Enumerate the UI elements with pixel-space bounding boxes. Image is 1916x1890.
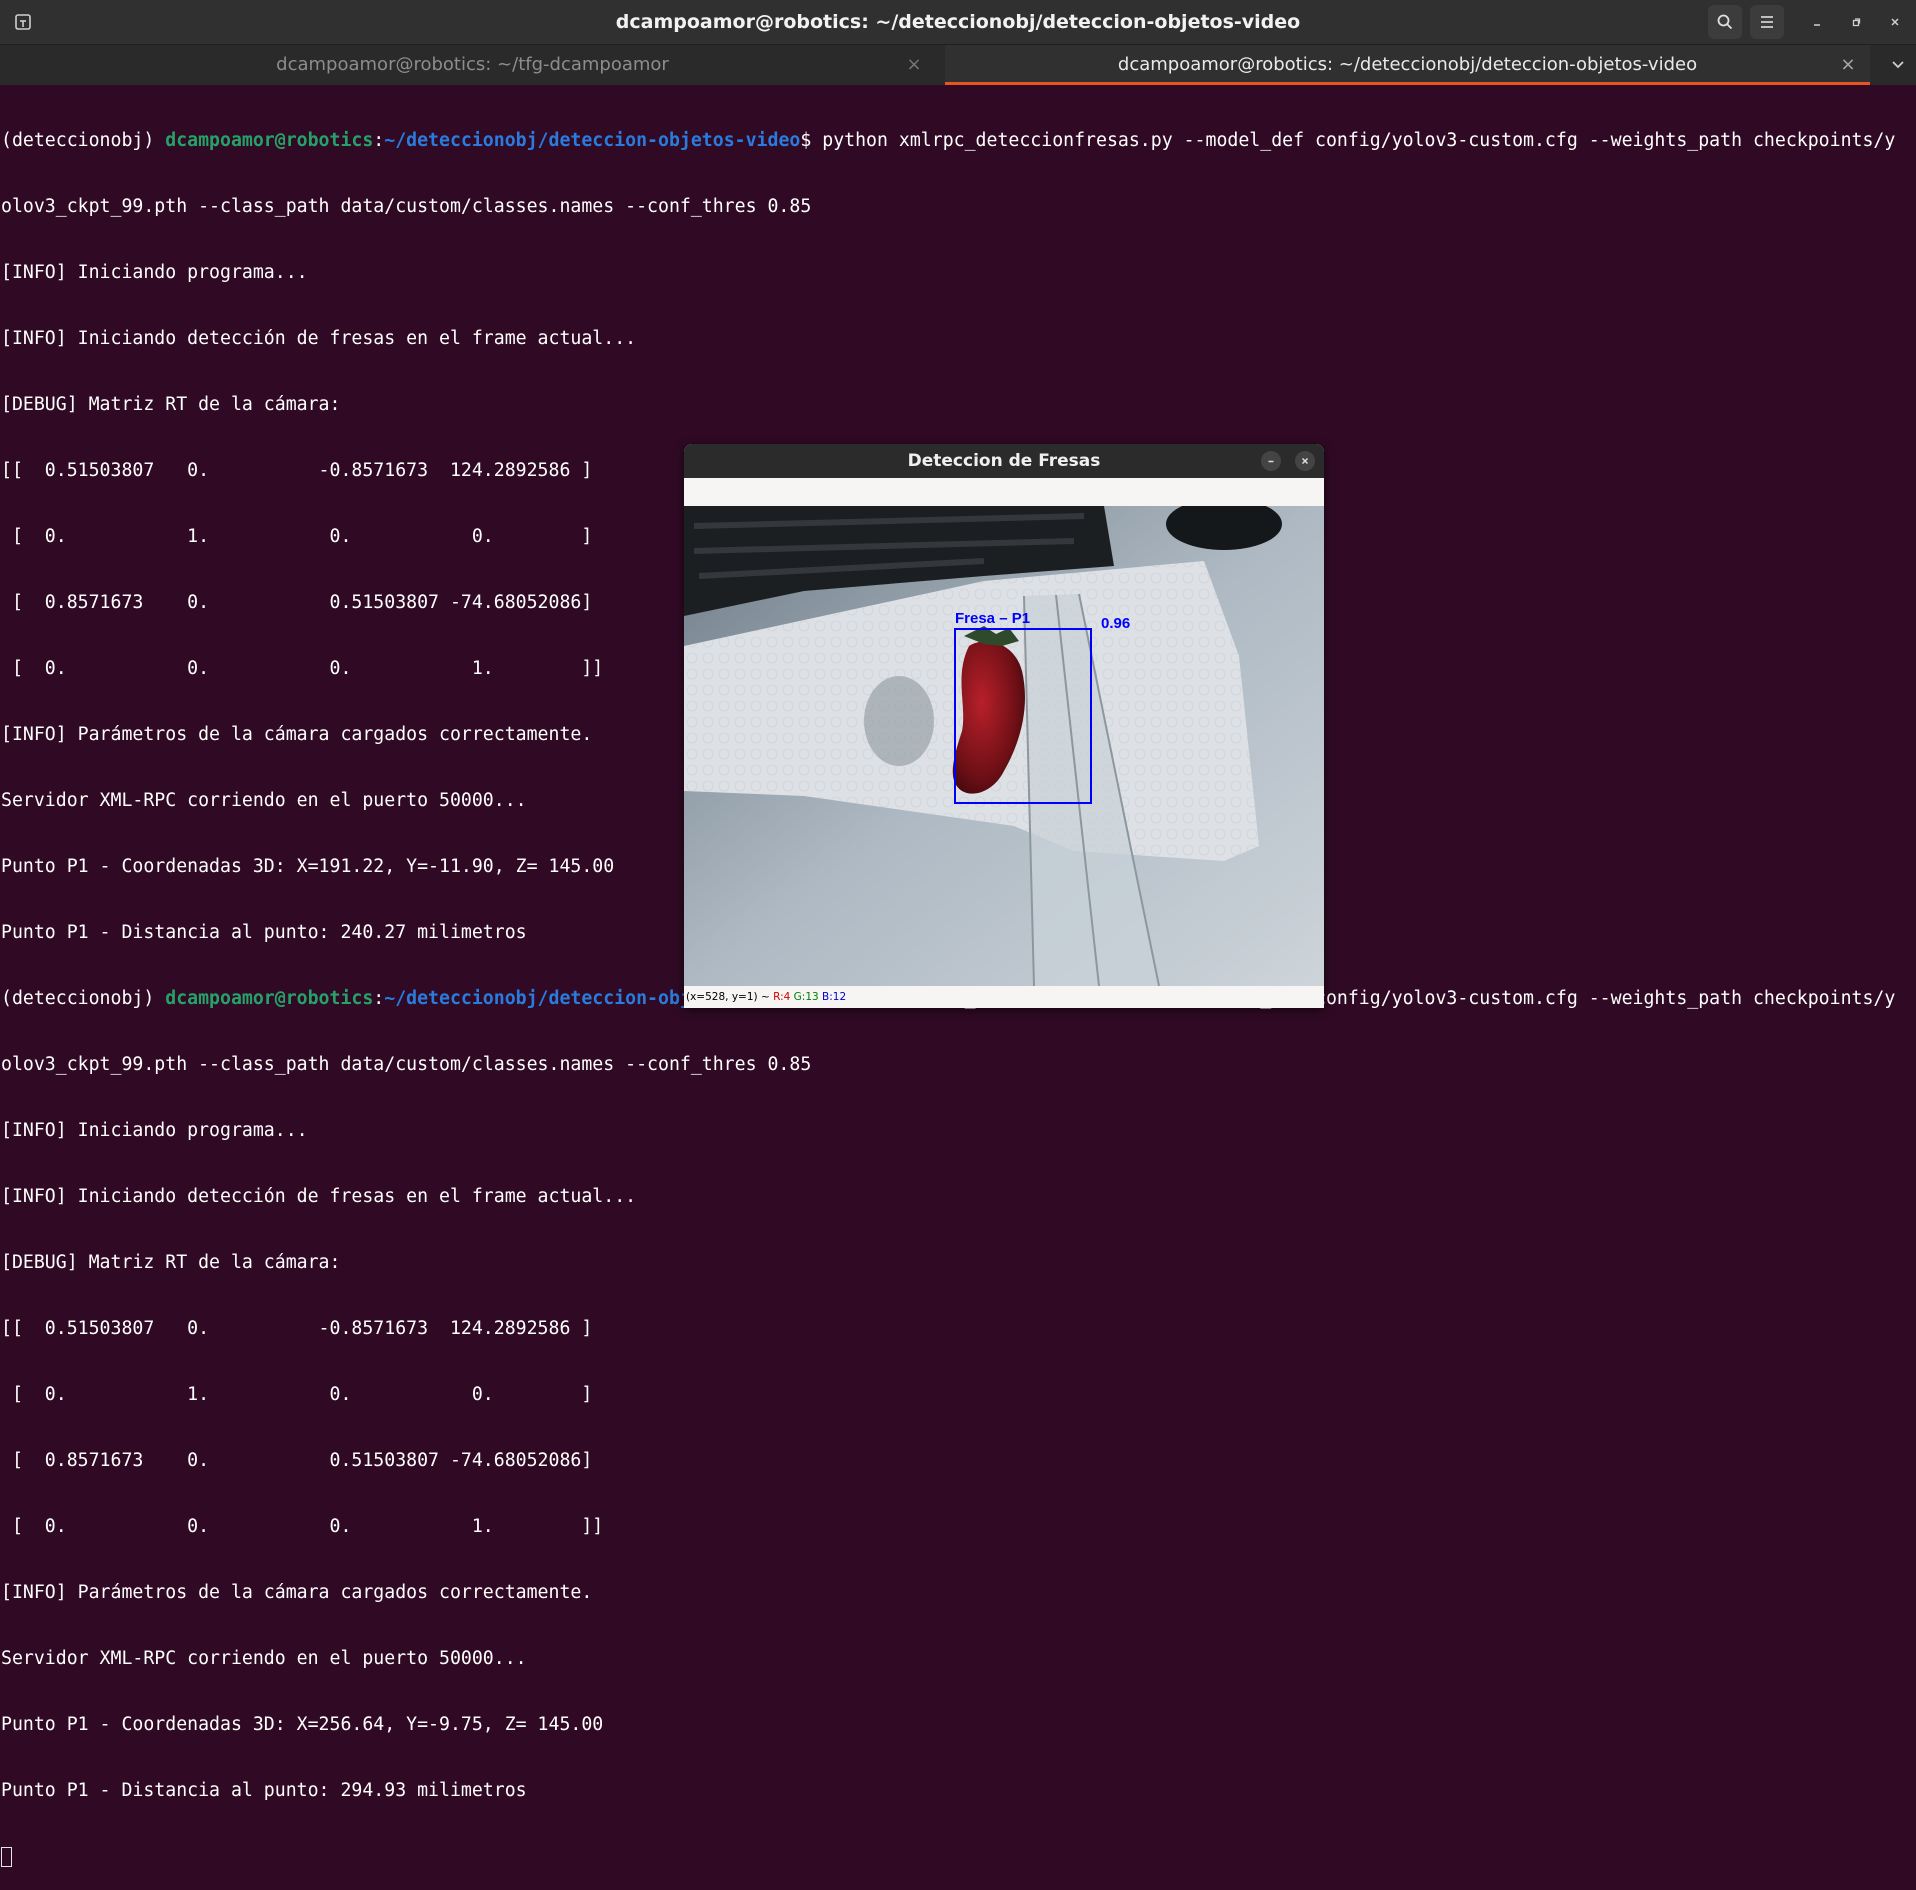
detection-window[interactable]: Deteccion de Fresas Fresa – P1 0.96 (x=5… — [684, 444, 1324, 1008]
detection-label: Fresa – P1 — [955, 610, 1030, 627]
command-continuation: olov3_ckpt_99.pth --class_path data/cust… — [1, 1054, 812, 1075]
output-line: [ 0. 1. 0. 0. ] — [1, 1384, 593, 1405]
output-line: [DEBUG] Matriz RT de la cámara: — [1, 1252, 341, 1273]
detection-window-toolbar — [684, 478, 1324, 506]
output-line: [INFO] Iniciando detección de fresas en … — [1, 1186, 637, 1207]
chevron-down-icon — [1892, 61, 1904, 69]
command-continuation: olov3_ckpt_99.pth --class_path data/cust… — [1, 196, 812, 217]
cursor-line — [0, 1846, 1916, 1868]
output-line: [DEBUG] Matriz RT de la cámara: — [1, 394, 341, 415]
status-coords: (x=528, y=1) ~ — [686, 991, 774, 1003]
window-close-button[interactable] — [1295, 451, 1315, 471]
detection-confidence: 0.96 — [1101, 615, 1130, 632]
output-line: [INFO] Iniciando programa... — [1, 1120, 308, 1141]
pixel-status-bar: (x=528, y=1) ~ R:4 G:13 B:12 — [684, 986, 1324, 1008]
close-icon: × — [1840, 54, 1856, 75]
tab-label: dcampoamor@robotics: ~/tfg-dcampoamor — [276, 54, 669, 75]
prompt-env: (deteccionobj) — [1, 130, 166, 151]
search-icon — [1717, 14, 1733, 30]
status-blue: B:12 — [822, 991, 847, 1003]
menu-button[interactable] — [1750, 5, 1784, 39]
tab-close-button[interactable]: × — [1833, 45, 1863, 85]
output-line: [ 0. 0. 0. 1. ]] — [1, 1516, 604, 1537]
strawberry-shadow — [864, 676, 934, 766]
tab-bar: dcampoamor@robotics: ~/tfg-dcampoamor × … — [0, 45, 1916, 85]
maximize-icon — [1852, 18, 1861, 27]
text-cursor — [1, 1847, 12, 1867]
tab-list-button[interactable] — [1880, 45, 1916, 85]
detection-window-title: Deteccion de Fresas — [907, 451, 1101, 471]
prompt-separator: : — [373, 130, 385, 151]
prompt-symbol: $ — [800, 130, 823, 151]
prompt-env: (deteccionobj) — [1, 988, 166, 1009]
window-title: dcampoamor@robotics: ~/deteccionobj/dete… — [615, 11, 1301, 33]
prompt-separator: : — [373, 988, 385, 1009]
active-tab-indicator — [945, 82, 1870, 85]
status-green: G:13 — [793, 991, 819, 1003]
status-red: R:4 — [773, 991, 791, 1003]
minimize-button[interactable] — [1803, 8, 1831, 36]
output-line: [INFO] Iniciando programa... — [1, 262, 308, 283]
tab-label: dcampoamor@robotics: ~/deteccionobj/dete… — [1117, 54, 1698, 75]
prompt-user: dcampoamor@robotics — [165, 988, 374, 1009]
window-minimize-button[interactable] — [1261, 451, 1281, 471]
tab-close-button[interactable]: × — [899, 45, 929, 85]
header-bar: dcampoamor@robotics: ~/deteccionobj/dete… — [0, 0, 1916, 45]
camera-frame[interactable]: Fresa – P1 0.96 — [684, 506, 1324, 986]
tab-deteccion-objetos-video[interactable]: dcampoamor@robotics: ~/deteccionobj/dete… — [945, 45, 1870, 85]
close-button[interactable] — [1881, 8, 1909, 36]
maximize-button[interactable] — [1842, 8, 1870, 36]
prompt-path: ~/deteccionobj/deteccion-objetos-video — [384, 130, 801, 151]
close-icon: × — [906, 54, 922, 75]
search-button[interactable] — [1708, 5, 1742, 39]
output-line: [INFO] Iniciando detección de fresas en … — [1, 328, 637, 349]
prompt-user: dcampoamor@robotics — [165, 130, 374, 151]
detection-window-titlebar[interactable]: Deteccion de Fresas — [684, 444, 1324, 478]
output-line: [[ 0.51503807 0. -0.8571673 124.2892586 … — [1, 1318, 593, 1339]
close-icon — [1891, 18, 1899, 26]
prompt-line: (deteccionobj) dcampoamor@robotics:~/det… — [0, 130, 1916, 152]
output-line: Servidor XML-RPC corriendo en el puerto … — [1, 1648, 527, 1669]
new-tab-button[interactable] — [8, 8, 38, 36]
new-tab-icon — [15, 14, 31, 30]
output-line: Punto P1 - Coordenadas 3D: X=256.64, Y=-… — [1, 1714, 604, 1735]
close-icon — [1301, 457, 1309, 465]
minimize-icon — [1268, 460, 1274, 463]
output-line: Punto P1 - Distancia al punto: 294.93 mi… — [1, 1780, 527, 1801]
command-text: python xmlrpc_deteccionfresas.py --model… — [822, 130, 1896, 151]
hamburger-menu-icon — [1761, 16, 1773, 28]
minimize-icon — [1814, 24, 1820, 26]
output-line: [ 0.8571673 0. 0.51503807 -74.68052086] — [1, 1450, 593, 1471]
tab-tfg-dcampoamor[interactable]: dcampoamor@robotics: ~/tfg-dcampoamor — [0, 45, 945, 85]
output-line: [INFO] Parámetros de la cámara cargados … — [1, 1582, 593, 1603]
